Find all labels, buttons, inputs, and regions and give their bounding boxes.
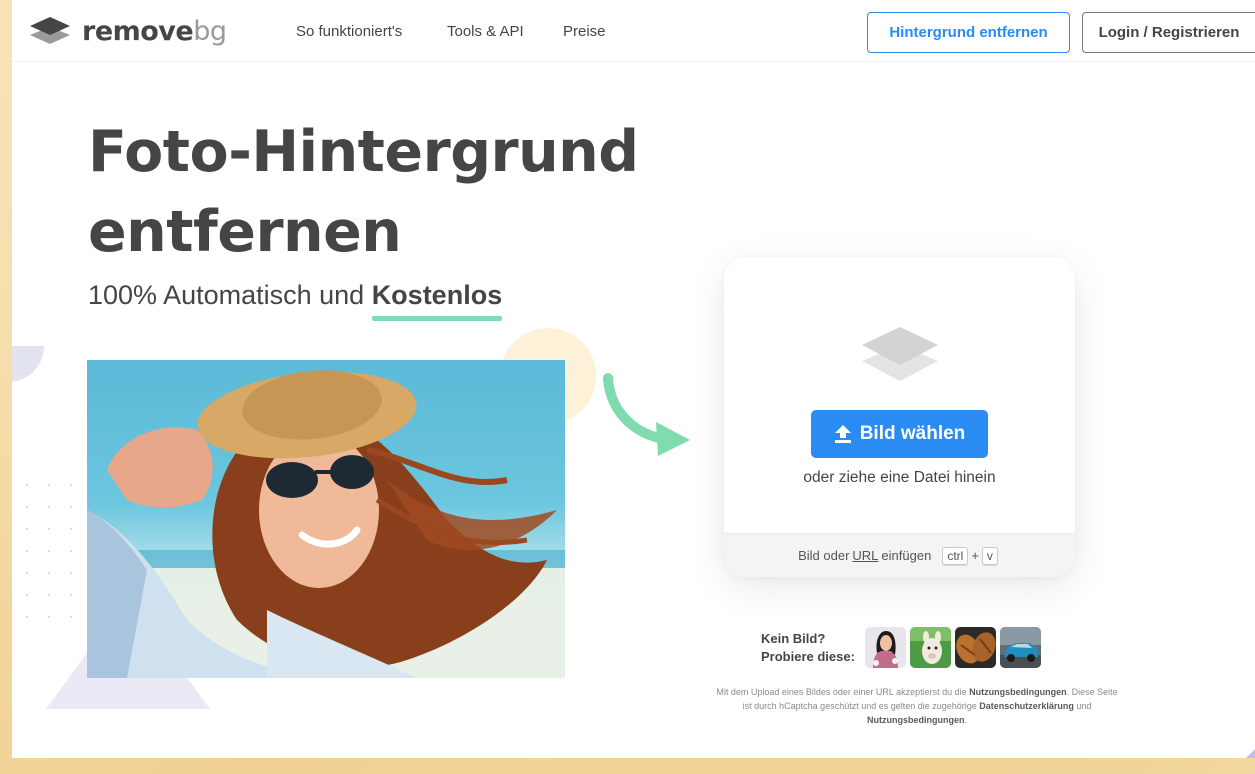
decorative-dot xyxy=(26,616,28,618)
decorative-dot xyxy=(26,506,28,508)
decorative-dot xyxy=(48,550,50,552)
sample-image-bread[interactable] xyxy=(955,627,996,668)
terms-link-1[interactable]: Nutzungsbedingungen xyxy=(969,687,1066,697)
key-v: v xyxy=(981,546,998,565)
decorative-dot xyxy=(26,594,28,596)
remove-background-button[interactable]: Hintergrund entfernen xyxy=(867,12,1070,53)
nav-link-tools-api[interactable]: Tools & API xyxy=(447,23,524,40)
decorative-dot xyxy=(70,506,72,508)
decorative-dot xyxy=(48,594,50,596)
paste-suffix: einfügen xyxy=(881,548,932,563)
logo-text: removebg xyxy=(82,15,227,47)
key-plus: + xyxy=(971,548,979,563)
sample-image-alpaca[interactable] xyxy=(910,627,951,668)
subtitle-emphasis: Kostenlos xyxy=(371,280,503,321)
decorative-dot xyxy=(48,506,50,508)
key-ctrl: ctrl xyxy=(942,546,969,565)
legal-part-3: und xyxy=(1073,701,1092,711)
arrow-right-icon xyxy=(603,373,690,456)
legal-part-1: Mit dem Upload eines Bildes oder einer U… xyxy=(716,687,970,697)
choose-image-label: Bild wählen xyxy=(859,423,966,444)
hero-example-photo xyxy=(87,360,565,678)
legal-notice: Mit dem Upload eines Bildes oder einer U… xyxy=(712,685,1122,727)
decorative-dot xyxy=(26,484,28,486)
decorative-dot xyxy=(70,550,72,552)
layers-icon xyxy=(862,327,938,381)
subtitle-prefix: 100% Automatisch und xyxy=(88,280,372,310)
nav-link-pricing[interactable]: Preise xyxy=(563,23,606,40)
logo[interactable]: removebg xyxy=(28,14,227,48)
decorative-dot xyxy=(48,572,50,574)
decorative-dot xyxy=(48,528,50,530)
samples-line-1: Kein Bild? xyxy=(761,631,826,646)
decorative-dot xyxy=(70,484,72,486)
title-line-2: entfernen xyxy=(88,199,402,265)
title-line-1: Foto-Hintergrund xyxy=(88,119,639,185)
sample-image-car[interactable] xyxy=(1000,627,1041,668)
layers-logo-icon xyxy=(30,17,70,44)
decorative-semicircle xyxy=(12,346,44,382)
decorative-corner xyxy=(1240,742,1255,758)
sample-image-woman[interactable] xyxy=(865,627,906,668)
decorative-dot xyxy=(26,572,28,574)
privacy-policy-link[interactable]: Datenschutzerklärung xyxy=(979,701,1074,711)
nav-link-how-it-works[interactable]: So funktioniert's xyxy=(296,23,402,40)
legal-part-4: . xyxy=(964,715,967,725)
page-title: Foto-Hintergrund entfernen xyxy=(88,112,708,272)
drop-hint: oder ziehe eine Datei hinein xyxy=(803,469,996,486)
choose-image-button[interactable]: Bild wählen xyxy=(811,410,988,458)
top-navigation: removebg So funktioniert's Tools & API P… xyxy=(12,0,1255,62)
paste-bar[interactable]: Bild oder URL einfügen ctrl + v xyxy=(724,533,1075,577)
hero-subtitle: 100% Automatisch und Kostenlos xyxy=(88,280,503,321)
paste-url-link[interactable]: URL xyxy=(852,548,878,563)
decorative-dot xyxy=(26,550,28,552)
decorative-dot xyxy=(48,484,50,486)
decorative-dot xyxy=(70,594,72,596)
page: removebg So funktioniert's Tools & API P… xyxy=(12,0,1255,758)
decorative-dot xyxy=(48,616,50,618)
terms-link-2[interactable]: Nutzungsbedingungen xyxy=(867,715,964,725)
login-register-button[interactable]: Login / Registrieren xyxy=(1082,12,1255,53)
upload-icon xyxy=(834,425,851,443)
upload-card[interactable]: Bild wählen oder ziehe eine Datei hinein… xyxy=(724,257,1075,577)
paste-prefix: Bild oder xyxy=(798,548,850,563)
decorative-dot xyxy=(70,528,72,530)
decorative-dot xyxy=(70,572,72,574)
samples-label: Kein Bild? Probiere diese: xyxy=(761,630,871,666)
decorative-dot xyxy=(26,528,28,530)
decorative-dot xyxy=(70,616,72,618)
samples-line-2: Probiere diese: xyxy=(761,649,855,664)
